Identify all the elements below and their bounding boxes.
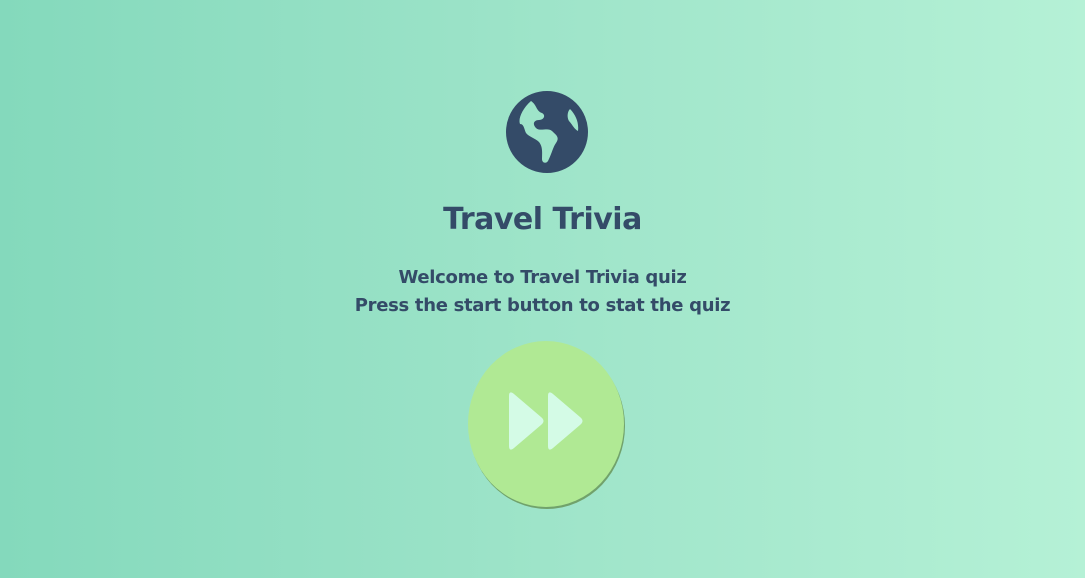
start-button[interactable] bbox=[467, 339, 627, 511]
welcome-message: Welcome to Travel Trivia quiz Press the … bbox=[0, 264, 1085, 320]
welcome-line: Welcome to Travel Trivia quiz bbox=[398, 267, 687, 288]
globe-icon bbox=[506, 91, 588, 173]
page-title: Travel Trivia bbox=[443, 202, 642, 237]
instruction-line: Press the start button to stat the quiz bbox=[354, 295, 731, 316]
